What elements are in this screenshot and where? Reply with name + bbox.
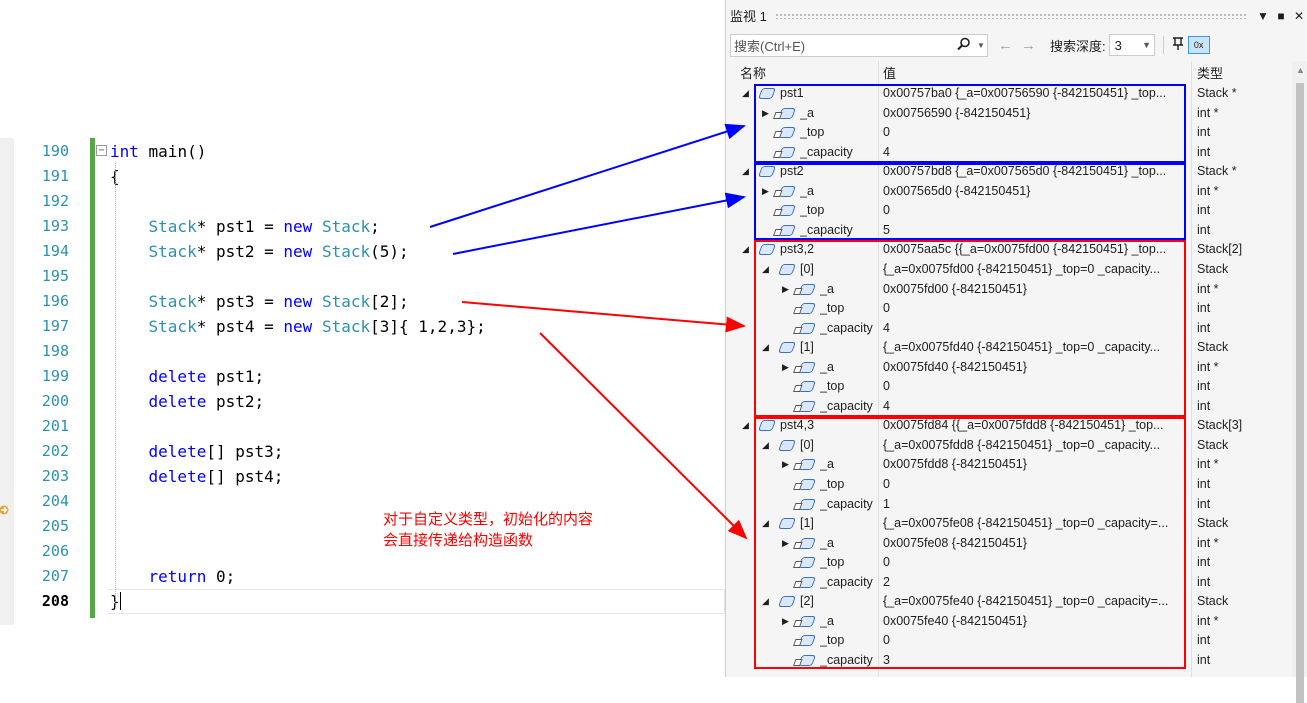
arrow-pst4 <box>539 332 748 540</box>
arrow-pst1 <box>429 123 746 228</box>
arrow-pst3 <box>461 301 746 333</box>
annotation-arrows <box>429 123 748 540</box>
